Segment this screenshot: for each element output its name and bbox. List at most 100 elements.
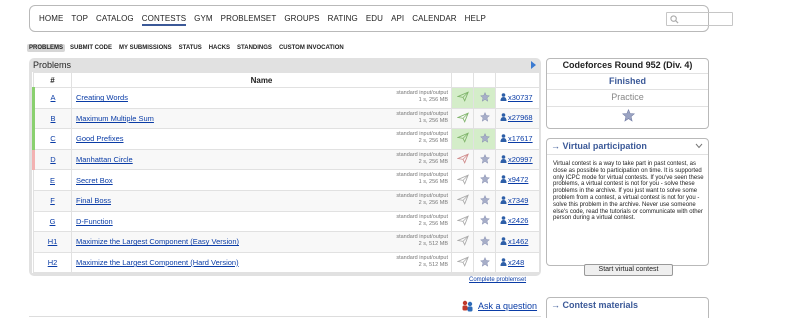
submit-plane-icon[interactable] (455, 91, 469, 104)
menu-item-contests[interactable]: CONTESTS (141, 14, 187, 26)
tab-hacks[interactable]: HACKS (207, 44, 232, 52)
divider (547, 106, 708, 107)
menu-item-api[interactable]: API (391, 14, 404, 26)
problem-index-link[interactable]: G (50, 217, 56, 226)
star-icon[interactable] (479, 194, 490, 207)
solved-count-link[interactable]: x27968 (508, 113, 533, 122)
solved-count-link[interactable]: x7349 (508, 196, 528, 205)
menu-item-catalog[interactable]: CATALOG (96, 14, 134, 26)
submit-plane-icon[interactable] (455, 215, 469, 228)
ask-question-link[interactable]: Ask a question (461, 300, 537, 312)
problem-name-cell: Maximum Multiple Sum standard input/outpu… (71, 107, 452, 130)
problem-index-cell: B (32, 107, 72, 130)
problem-index-link[interactable]: D (50, 155, 55, 164)
tab-my-submissions[interactable]: MY SUBMISSIONS (117, 44, 174, 52)
chevron-down-icon[interactable] (695, 143, 703, 149)
menu-item-home[interactable]: HOME (39, 14, 63, 26)
tab-status[interactable]: STATUS (177, 44, 204, 52)
table-row: H2 Maximize the Largest Component (Hard V… (33, 251, 540, 274)
star-icon[interactable] (479, 256, 490, 269)
round-phase: Finished (608, 76, 646, 86)
problem-time-memory: 2 s, 256 MB (418, 199, 448, 206)
solved-count-link[interactable]: x17617 (508, 134, 533, 143)
round-title[interactable]: Codeforces Round 952 (Div. 4) (547, 60, 708, 70)
star-icon[interactable] (479, 153, 490, 166)
submit-plane-icon[interactable] (455, 256, 469, 269)
problem-index-link[interactable]: C (50, 134, 55, 143)
menu-item-calendar[interactable]: CALENDAR (412, 14, 456, 26)
solved-count-link[interactable]: x248 (508, 258, 524, 267)
submit-plane-icon[interactable] (455, 132, 469, 145)
menu-item-edu[interactable]: EDU (366, 14, 383, 26)
problem-name-link[interactable]: Final Boss (76, 196, 111, 205)
virtual-participation-header: → Virtual participation (551, 141, 647, 151)
solved-count-link[interactable]: x2426 (508, 216, 528, 225)
solved-count-link[interactable]: x20997 (508, 155, 533, 164)
problem-name-link[interactable]: Maximize the Largest Component (Hard Ver… (76, 258, 239, 267)
solved-count-link[interactable]: x1462 (508, 237, 528, 246)
solved-count-link[interactable]: x9472 (508, 175, 528, 184)
submit-cell (451, 169, 474, 191)
star-icon[interactable] (479, 235, 490, 248)
problem-limits: standard input/output 1 s, 256 MB (396, 90, 448, 104)
tab-custom-invocation[interactable]: CUSTOM INVOCATION (277, 44, 346, 52)
problem-name-link[interactable]: Maximize the Largest Component (Easy Ver… (76, 237, 239, 246)
problem-name-link[interactable]: Secret Box (76, 176, 113, 185)
menu-item-top[interactable]: TOP (71, 14, 88, 26)
table-row: F Final Boss standard input/output 2 s, 256… (33, 189, 540, 212)
problem-time-memory: 2 s, 512 MB (418, 261, 448, 268)
problem-limits: standard input/output 2 s, 512 MB (396, 255, 448, 269)
problem-name-link[interactable]: D-Function (76, 217, 113, 226)
problem-index-link[interactable]: H2 (48, 258, 58, 267)
solved-count-cell: x2426 (495, 210, 540, 233)
table-row: A Creating Words standard input/output 1 s,… (32, 87, 540, 109)
menu-item-rating[interactable]: RATING (328, 14, 358, 26)
menu-item-gym[interactable]: GYM (194, 14, 213, 26)
star-icon[interactable] (622, 109, 635, 122)
problem-index-cell: E (33, 169, 72, 191)
menu-item-help[interactable]: HELP (465, 14, 486, 26)
problem-io: standard input/output (396, 131, 448, 138)
problem-index-link[interactable]: F (50, 196, 55, 205)
complete-problemset-link[interactable]: Complete problemset (469, 277, 526, 283)
problem-index-link[interactable]: H1 (48, 237, 58, 246)
problem-index-link[interactable]: E (50, 176, 55, 185)
star-icon[interactable] (479, 215, 490, 227)
submit-plane-icon[interactable] (455, 174, 469, 187)
menu-item-problemset[interactable]: PROBLEMSET (221, 14, 277, 26)
problem-index-link[interactable]: A (50, 93, 55, 102)
star-icon[interactable] (479, 112, 490, 124)
problem-index-cell: D (32, 148, 72, 171)
star-icon[interactable] (479, 174, 490, 186)
problem-time-memory: 2 s, 256 MB (418, 220, 448, 227)
problem-name-link[interactable]: Creating Words (76, 93, 128, 102)
start-virtual-contest-button[interactable]: Start virtual contest (584, 264, 673, 276)
tab-submit-code[interactable]: SUBMIT CODE (68, 44, 114, 52)
star-icon[interactable] (479, 132, 490, 145)
problem-name-link[interactable]: Manhattan Circle (76, 155, 133, 164)
problem-name-link[interactable]: Good Prefixes (76, 134, 124, 143)
problem-name-link[interactable]: Maximum Multiple Sum (76, 114, 154, 123)
user-icon (500, 154, 507, 165)
submit-plane-icon[interactable] (455, 194, 469, 207)
problem-index-link[interactable]: B (50, 114, 55, 123)
search-input[interactable] (666, 12, 733, 26)
arrow-right-icon[interactable] (531, 61, 536, 69)
tab-standings[interactable]: STANDINGS (235, 44, 274, 52)
user-icon (500, 175, 507, 185)
solved-count-link[interactable]: x30737 (508, 93, 533, 102)
user-icon (500, 92, 507, 103)
tab-problems[interactable]: PROBLEMS (27, 44, 66, 52)
problem-index-cell: G (33, 210, 72, 233)
submit-plane-icon[interactable] (455, 153, 469, 166)
contest-materials-header[interactable]: → Contest materials (551, 300, 638, 310)
contest-nav: PROBLEMS SUBMIT CODE MY SUBMISSIONS STATUS H… (27, 44, 349, 52)
table-row: E Secret Box standard input/output 1 s, 256… (33, 169, 540, 191)
submit-plane-icon[interactable] (455, 112, 469, 125)
problem-io: standard input/output (396, 192, 448, 199)
submit-plane-icon[interactable] (455, 235, 469, 248)
menu-item-groups[interactable]: GROUPS (284, 14, 319, 26)
favorite-cell (473, 107, 496, 130)
problem-time-memory: 2 s, 256 MB (418, 138, 448, 145)
star-icon[interactable] (479, 91, 490, 104)
